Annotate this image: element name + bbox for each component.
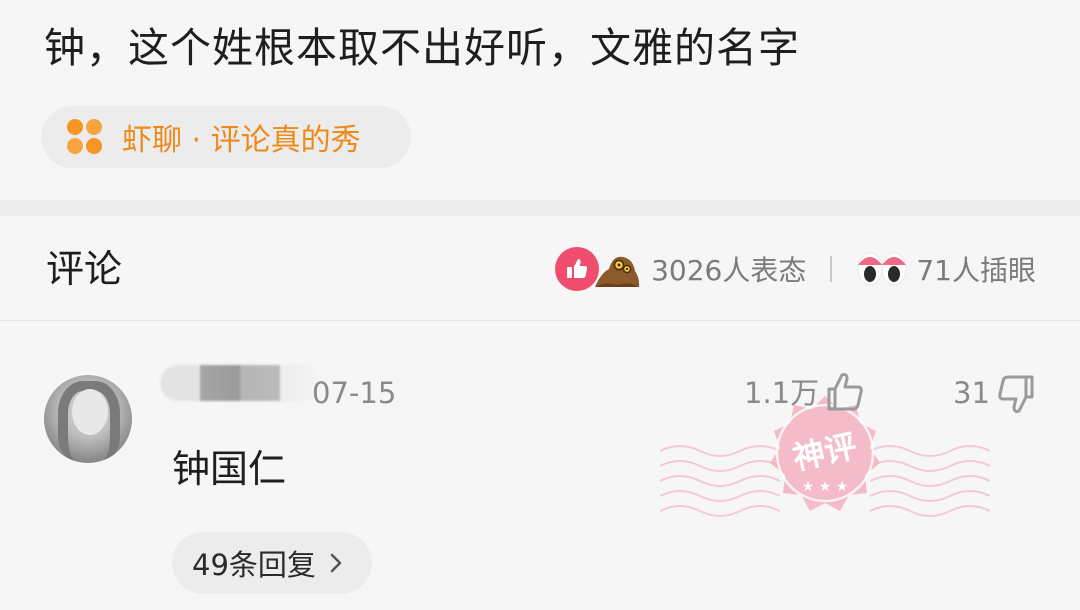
replies-label: 49条回复	[192, 548, 316, 582]
four-petal-icon	[66, 118, 104, 156]
like-count: 1.1万	[744, 376, 820, 410]
comments-title: 评论	[46, 247, 123, 291]
mound-reaction-icon	[593, 247, 641, 291]
reactions-summary[interactable]: 3026人表态 71人插眼	[555, 244, 1036, 294]
thumbs-down-icon[interactable]	[994, 373, 1036, 417]
dislike-count: 31	[953, 376, 990, 410]
comment-item: 07-15 神评 ★ ★ ★ 1.1万 31 钟国仁 49条回复	[0, 321, 1080, 610]
topic-chip[interactable]: 虾聊 · 评论真的秀	[41, 106, 411, 168]
comment-text: 钟国仁	[172, 447, 287, 491]
reaction-count: 3026人表态	[651, 254, 807, 287]
eyes-count: 71人插眼	[916, 254, 1036, 287]
chevron-right-icon	[330, 553, 342, 573]
view-replies-button[interactable]: 49条回复	[172, 532, 372, 594]
thumbs-up-reaction-icon	[555, 247, 600, 291]
comments-header: 评论 3026人表态 71人插眼	[0, 216, 1080, 321]
avatar[interactable]	[44, 375, 132, 463]
username-redacted[interactable]	[160, 365, 320, 401]
screen: 钟，这个姓根本取不出好听，文雅的名字 虾聊 · 评论真的秀 评论 3026人表态…	[0, 0, 1080, 610]
svg-text:★ ★ ★: ★ ★ ★	[802, 479, 849, 495]
comment-date: 07-15	[312, 376, 397, 410]
topic-label: 虾聊 · 评论真的秀	[122, 123, 361, 158]
reactions-separator	[830, 256, 833, 282]
post-title: 钟，这个姓根本取不出好听，文雅的名字	[44, 24, 800, 72]
section-divider	[0, 200, 1080, 216]
eyes-icon	[856, 249, 908, 289]
thumbs-up-icon[interactable]	[825, 369, 865, 413]
